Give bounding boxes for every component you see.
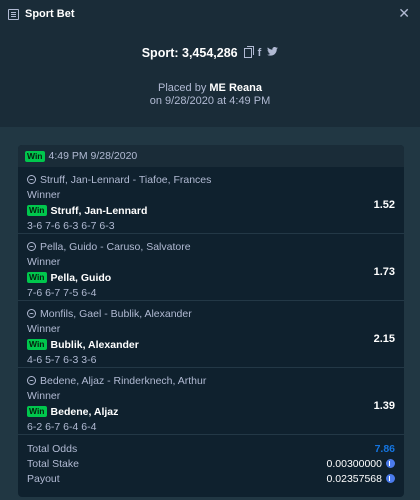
bet-panel: Win 4:49 PM 9/28/2020 Struff, Jan-Lennar… [0,127,420,500]
payout-label: Payout [27,472,60,485]
leg-score: 6-2 6-7 6-4 6-4 [27,421,97,433]
total-odds-label: Total Odds [27,442,78,455]
coin-icon [386,474,395,483]
total-odds-value: 7.86 [374,442,395,455]
leg-match[interactable]: Struff, Jan-Lennard - Tiafoe, Frances [40,174,211,186]
leg-market: Winner [27,323,61,335]
bet-totals: Total Odds 7.86 Total Stake 0.00300000 P… [18,435,404,486]
coin-icon [386,459,395,468]
bet-leg: Monfils, Gael - Bublik, Alexander Winner… [18,301,404,368]
leg-win-badge: Win [27,205,47,216]
tennis-ball-icon [27,242,36,251]
placed-by-user[interactable]: ME Reana [209,82,262,94]
total-stake-value: 0.00300000 [326,457,382,470]
leg-pick: Bedene, Aljaz [50,405,119,418]
placed-on: on 9/28/2020 at 4:49 PM [149,95,271,107]
placed-by-info: Placed by ME Reana on 9/28/2020 at 4:49 … [0,82,420,108]
leg-pick: Pella, Guido [50,271,112,284]
bet-leg: Pella, Guido - Caruso, Salvatore Winner … [18,234,404,301]
leg-pick: Bublik, Alexander [50,338,139,351]
leg-match[interactable]: Bedene, Aljaz - Rinderknech, Arthur [40,375,206,387]
leg-market: Winner [27,256,61,268]
leg-score: 7-6 6-7 7-5 6-4 [27,287,97,299]
placed-by-prefix: Placed by [158,82,207,94]
total-stake-value-wrap: 0.00300000 [327,458,395,470]
leg-market: Winner [27,189,61,201]
leg-odds: 1.52 [373,199,395,211]
leg-win-badge: Win [27,339,47,350]
leg-market: Winner [27,390,61,402]
leg-odds: 1.73 [373,266,395,278]
tennis-ball-icon [27,376,36,385]
leg-match[interactable]: Pella, Guido - Caruso, Salvatore [40,241,191,253]
total-stake-row: Total Stake 0.00300000 [27,456,395,471]
bet-timestamp: 4:49 PM 9/28/2020 [48,150,138,162]
sport-id-label: Sport: 3,454,286 [141,46,238,60]
leg-score: 3-6 7-6 6-3 6-7 6-3 [27,220,115,232]
twitter-icon[interactable] [267,46,279,59]
leg-match[interactable]: Monfils, Gael - Bublik, Alexander [40,308,192,320]
payout-value: 0.02357568 [326,472,382,485]
tennis-ball-icon [27,175,36,184]
leg-odds: 1.39 [373,400,395,412]
payout-value-wrap: 0.02357568 [327,473,395,485]
leg-win-badge: Win [27,406,47,417]
leg-win-badge: Win [27,272,47,283]
status-badge: Win [25,150,45,162]
payout-row: Payout 0.02357568 [27,471,395,486]
bet-leg: Bedene, Aljaz - Rinderknech, Arthur Winn… [18,368,404,435]
bet-card-header: Win 4:49 PM 9/28/2020 [18,145,404,167]
title-bar: Sport Bet ✕ [0,0,420,28]
bet-card: Win 4:49 PM 9/28/2020 Struff, Jan-Lennar… [18,145,404,497]
close-icon[interactable]: ✕ [398,6,410,20]
sport-line: Sport: 3,454,286 f [0,46,420,60]
leg-score: 4-6 5-7 6-3 3-6 [27,354,97,366]
copy-icon[interactable] [243,46,254,58]
tennis-ball-icon [27,309,36,318]
facebook-icon[interactable]: f [258,47,262,59]
bet-leg: Struff, Jan-Lennard - Tiafoe, Frances Wi… [18,167,404,234]
window-title: Sport Bet [25,8,75,20]
total-stake-label: Total Stake [27,457,79,470]
total-odds-row: Total Odds 7.86 [27,441,395,456]
leg-pick: Struff, Jan-Lennard [50,204,148,217]
ticket-icon [8,8,19,20]
leg-odds: 2.15 [373,333,395,345]
